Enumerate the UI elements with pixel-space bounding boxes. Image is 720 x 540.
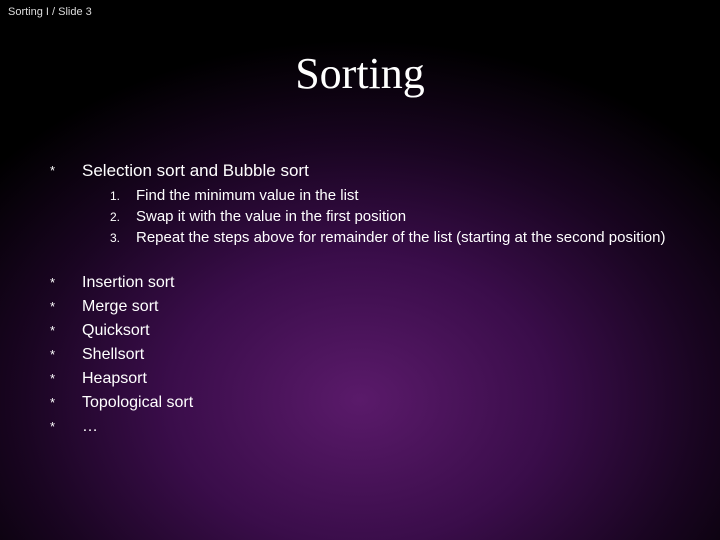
list-item-label: Heapsort [82,368,680,390]
list-item-topological: * Topological sort [50,392,680,414]
slide: Sorting I / Slide 3 Sorting * Selection … [0,0,720,540]
asterisk-icon: * [50,272,82,294]
list-item-quicksort: * Quicksort [50,320,680,342]
breadcrumb: Sorting I / Slide 3 [8,6,92,18]
list-item-label: Shellsort [82,344,680,366]
step-item: 3. Repeat the steps above for remainder … [110,228,680,248]
asterisk-icon: * [50,320,82,342]
asterisk-icon: * [50,368,82,390]
list-item-label: … [82,416,680,438]
steps-list: 1. Find the minimum value in the list 2.… [110,186,680,248]
page-title: Sorting [0,48,720,99]
asterisk-icon: * [50,344,82,366]
list-item-label: Merge sort [82,296,680,318]
asterisk-icon: * [50,392,82,414]
list-item-selection-bubble: * Selection sort and Bubble sort [50,160,680,182]
step-item: 2. Swap it with the value in the first p… [110,207,680,227]
asterisk-icon: * [50,296,82,318]
step-text: Repeat the steps above for remainder of … [136,228,680,248]
list-item-shellsort: * Shellsort [50,344,680,366]
list-item-insertion: * Insertion sort [50,272,680,294]
asterisk-icon: * [50,416,82,438]
list-item-ellipsis: * … [50,416,680,438]
list-item-label: Topological sort [82,392,680,414]
step-item: 1. Find the minimum value in the list [110,186,680,206]
step-number: 2. [110,207,136,227]
step-text: Find the minimum value in the list [136,186,680,206]
list-item-label: Selection sort and Bubble sort [82,160,680,182]
list-item-heapsort: * Heapsort [50,368,680,390]
slide-body: * Selection sort and Bubble sort 1. Find… [50,160,680,440]
asterisk-icon: * [50,160,82,182]
list-item-label: Quicksort [82,320,680,342]
step-number: 1. [110,186,136,206]
list-item-label: Insertion sort [82,272,680,294]
step-text: Swap it with the value in the first posi… [136,207,680,227]
step-number: 3. [110,228,136,248]
list-item-merge: * Merge sort [50,296,680,318]
